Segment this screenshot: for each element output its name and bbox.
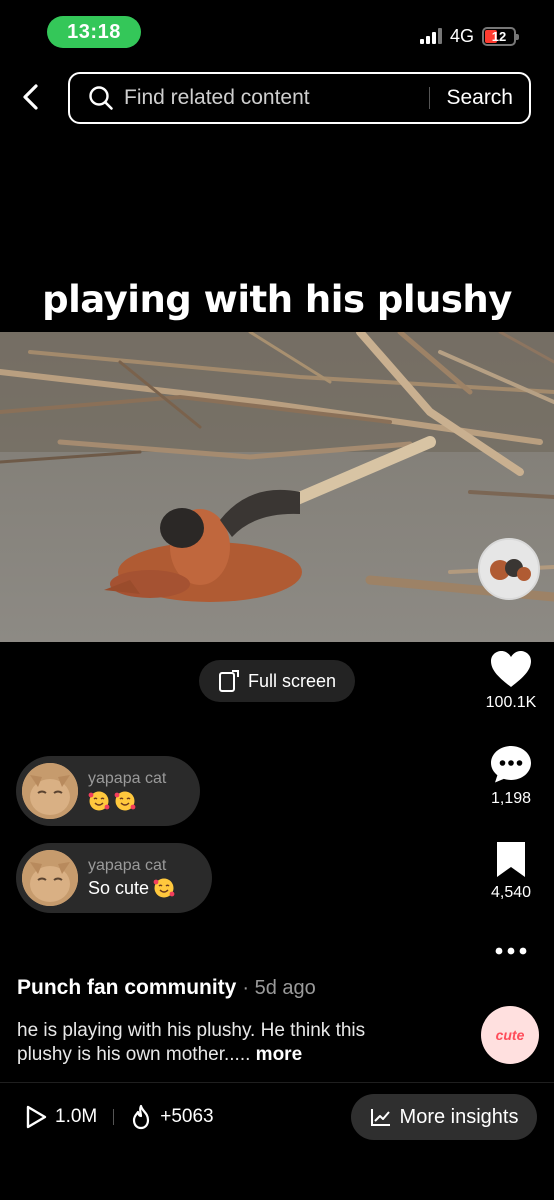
comment-icon xyxy=(491,746,531,783)
more-options-button[interactable] xyxy=(471,944,551,958)
comment-user: yapapa cat xyxy=(88,857,167,874)
avatar xyxy=(22,763,78,819)
battery-icon: 12 xyxy=(482,26,519,46)
views-stat[interactable]: 1.0M xyxy=(25,1105,97,1129)
like-button[interactable]: 100.1K xyxy=(471,650,551,712)
more-dots-icon xyxy=(495,947,527,955)
fullscreen-label: Full screen xyxy=(247,670,337,691)
product-thumbnail[interactable] xyxy=(478,538,540,600)
chevron-left-icon xyxy=(23,84,38,110)
video-title: playing with his plushy xyxy=(42,278,512,321)
divider xyxy=(0,1082,554,1083)
save-button[interactable]: 4,540 xyxy=(471,840,551,902)
post-meta: Punch fan community · 5d ago xyxy=(17,976,316,1000)
smiling-face-with-hearts-icon xyxy=(88,791,110,811)
battery-level: 12 xyxy=(491,28,507,44)
search-bar[interactable]: Search xyxy=(68,72,531,124)
comment-bubble[interactable]: yapapa cat So cute xyxy=(16,843,212,913)
status-indicators: 4G 12 xyxy=(419,24,519,48)
comment-message: So cute xyxy=(88,877,150,898)
smiling-face-with-hearts-icon xyxy=(153,878,175,898)
comment-text xyxy=(88,790,166,812)
post-time: · 5d ago xyxy=(242,977,316,999)
cute-badge[interactable]: cute xyxy=(481,1006,539,1064)
back-button[interactable] xyxy=(20,82,46,112)
more-link[interactable]: more xyxy=(256,1044,302,1065)
insights-label: More insights xyxy=(399,1105,519,1128)
fullscreen-icon xyxy=(218,670,239,692)
search-input[interactable] xyxy=(124,86,430,110)
smiling-face-with-hearts-icon xyxy=(114,791,136,811)
bookmark-icon xyxy=(497,842,525,877)
comment-count: 1,198 xyxy=(490,790,532,807)
like-count: 100.1K xyxy=(485,694,537,711)
fullscreen-button[interactable]: Full screen xyxy=(199,660,355,702)
comment-bubble[interactable]: yapapa cat xyxy=(16,756,200,826)
stats-separator xyxy=(113,1109,115,1125)
network-type: 4G xyxy=(449,25,474,46)
avatar xyxy=(22,850,78,906)
stats-bar: 1.0M +5063 xyxy=(25,1102,214,1132)
post-caption[interactable]: he is playing with his plushy. He think … xyxy=(17,1019,397,1067)
author-name[interactable]: Punch fan community xyxy=(17,976,236,1000)
save-count: 4,540 xyxy=(490,884,532,901)
heat-stat[interactable]: +5063 xyxy=(130,1104,214,1130)
play-icon xyxy=(26,1105,47,1129)
comment-button[interactable]: 1,198 xyxy=(471,744,551,808)
search-button[interactable]: Search xyxy=(446,86,513,110)
caption-text: he is playing with his plushy. He think … xyxy=(17,1020,366,1065)
video-player[interactable] xyxy=(0,332,554,642)
heat-count: +5063 xyxy=(160,1106,214,1127)
views-count: 1.0M xyxy=(55,1106,98,1127)
more-insights-button[interactable]: More insights xyxy=(351,1094,537,1140)
search-icon xyxy=(88,85,114,111)
status-time: 13:18 xyxy=(47,16,141,48)
comment-text: So cute xyxy=(88,877,175,899)
flame-icon xyxy=(133,1104,150,1130)
heart-icon xyxy=(491,651,531,687)
search-divider xyxy=(429,87,431,109)
comment-user: yapapa cat xyxy=(88,770,167,787)
signal-icon xyxy=(419,28,442,44)
trend-chart-icon xyxy=(370,1109,390,1126)
